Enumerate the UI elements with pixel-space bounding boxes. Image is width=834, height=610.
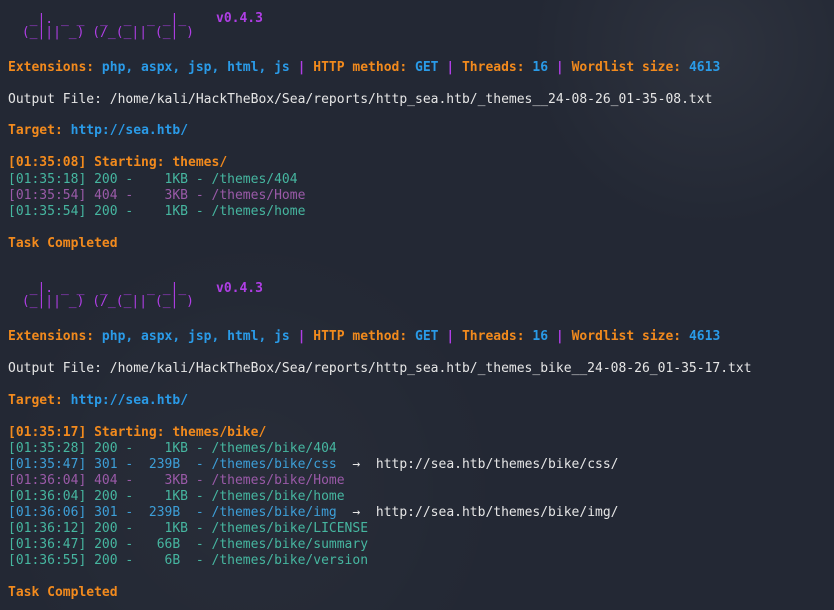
result-line: [01:35:54] 200 - 1KB - /themes/home xyxy=(8,204,306,219)
result-line: [01:36:06] 301 - 239B - /themes/bike/img… xyxy=(8,505,619,520)
result-line: [01:35:18] 200 - 1KB - /themes/404 xyxy=(8,172,298,187)
task-completed-line: Task Completed xyxy=(8,585,118,600)
version-label: v0.4.3 xyxy=(216,281,263,296)
config-line: Extensions: php, aspx, jsp, html, js | H… xyxy=(8,60,721,75)
task-completed-line: Task Completed xyxy=(8,236,118,251)
starting-line: [01:35:08] Starting: themes/ xyxy=(8,155,228,170)
redirect-url: http://sea.htb/themes/bike/css/ xyxy=(375,457,619,472)
config-line: Extensions: php, aspx, jsp, html, js | H… xyxy=(8,329,721,344)
result-line: [01:36:04] 200 - 1KB - /themes/bike/home xyxy=(8,489,345,504)
output-file-line: Output File: /home/kali/HackTheBox/Sea/r… xyxy=(8,92,713,107)
result-line: [01:35:28] 200 - 1KB - /themes/bike/404 xyxy=(8,441,337,456)
result-line: [01:36:12] 200 - 1KB - /themes/bike/LICE… xyxy=(8,521,369,536)
result-line: [01:36:47] 200 - 66B - /themes/bike/summ… xyxy=(8,537,369,552)
starting-line: [01:35:17] Starting: themes/bike/ xyxy=(8,425,267,440)
redirect-url: http://sea.htb/themes/bike/img/ xyxy=(375,505,619,520)
version-label: v0.4.3 xyxy=(216,11,263,26)
target-line: Target: http://sea.htb/ xyxy=(8,393,189,408)
output-file-line: Output File: /home/kali/HackTheBox/Sea/r… xyxy=(8,361,752,376)
result-line: [01:36:04] 404 - 3KB - /themes/bike/Home xyxy=(8,473,345,488)
terminal-window[interactable]: _|. _ _ _ _ _ _|_ (_||| _) (/_(_|| (_| )… xyxy=(0,0,834,610)
result-line: [01:35:47] 301 - 239B - /themes/bike/css… xyxy=(8,457,619,472)
result-line: [01:36:55] 200 - 6B - /themes/bike/versi… xyxy=(8,553,369,568)
result-line: [01:35:54] 404 - 3KB - /themes/Home xyxy=(8,188,306,203)
target-line: Target: http://sea.htb/ xyxy=(8,123,189,138)
dirsearch-logo: _|. _ _ _ _ _ _|_ (_||| _) (/_(_|| (_| ) xyxy=(21,281,195,309)
dirsearch-logo: _|. _ _ _ _ _ _|_ (_||| _) (/_(_|| (_| ) xyxy=(21,12,195,40)
